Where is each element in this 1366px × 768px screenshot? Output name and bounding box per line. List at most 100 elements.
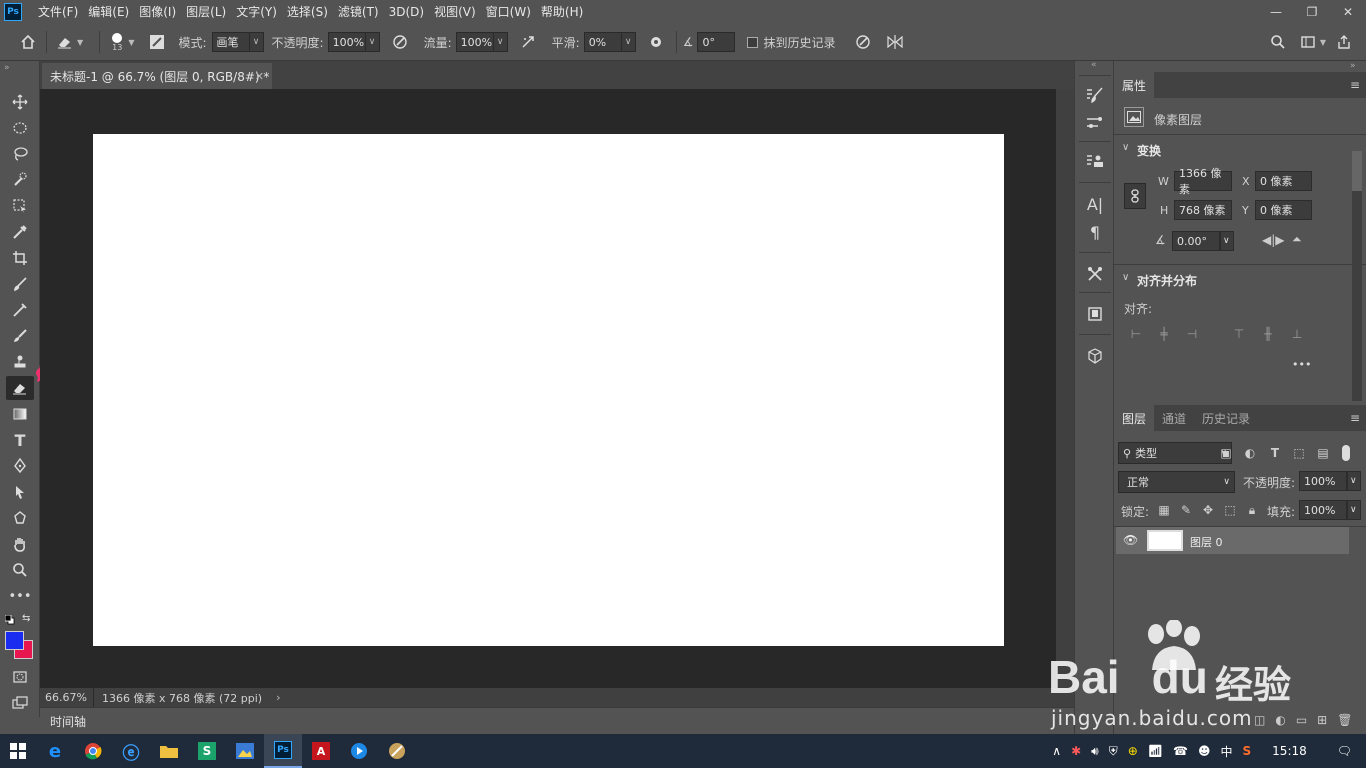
tool-presets-panel-icon[interactable] xyxy=(1083,262,1107,286)
flow-input[interactable]: 100% xyxy=(455,32,494,52)
edge-browser-icon[interactable]: ⓔ xyxy=(112,734,150,768)
flip-vertical-icon[interactable]: ⏶ xyxy=(1292,232,1302,247)
add-mask-icon[interactable]: ◫ xyxy=(1254,713,1265,727)
transform-section-title[interactable]: 变换 xyxy=(1137,142,1161,159)
more-tools-icon[interactable]: ••• xyxy=(6,584,34,608)
acrobat-icon[interactable]: A xyxy=(302,734,340,768)
path-select-tool-icon[interactable] xyxy=(6,480,34,504)
lock-position-icon[interactable]: ✥ xyxy=(1199,501,1217,519)
chevron-up-icon[interactable]: ∧ xyxy=(1047,744,1066,758)
ie-browser-icon[interactable]: e xyxy=(36,734,74,768)
chevron-down-icon[interactable]: ∨ xyxy=(249,32,264,52)
paragraph-panel-icon[interactable]: ¶ xyxy=(1083,220,1107,244)
media-player-icon[interactable] xyxy=(340,734,378,768)
filter-shape-icon[interactable]: ⬚ xyxy=(1290,444,1308,462)
menu-image[interactable]: 图像(I) xyxy=(134,0,181,24)
new-layer-icon[interactable]: ⊞ xyxy=(1317,713,1327,727)
tab-properties[interactable]: 属性 xyxy=(1114,72,1155,98)
swap-colors-icon[interactable]: ⇆ xyxy=(22,613,30,624)
object-select-tool-icon[interactable] xyxy=(6,194,34,218)
pressure-size-icon[interactable] xyxy=(851,30,875,54)
chrome-browser-icon[interactable] xyxy=(74,734,112,768)
quick-mask-icon[interactable] xyxy=(6,665,34,689)
action-center-icon[interactable]: 🗨︎ xyxy=(1323,744,1366,758)
chevron-down-icon[interactable]: ∨ xyxy=(493,32,508,52)
menu-3d[interactable]: 3D(D) xyxy=(384,0,429,24)
filter-pixel-icon[interactable]: ▣ xyxy=(1217,444,1235,462)
visibility-eye-icon[interactable]: 👁︎ xyxy=(1123,533,1138,547)
character-panel-icon[interactable]: A| xyxy=(1083,192,1107,216)
align-middle-v-icon[interactable]: ╫ xyxy=(1260,326,1276,342)
clone-stamp-tool-icon[interactable] xyxy=(6,350,34,374)
document-tab[interactable]: 未标题-1 @ 66.7% (图层 0, RGB/8#) * ✕ xyxy=(42,63,272,89)
layer-filter-select[interactable]: ⚲ 类型 ∨ xyxy=(1118,442,1232,464)
align-section-title[interactable]: 对齐并分布 xyxy=(1137,272,1197,289)
filter-type-icon[interactable]: T xyxy=(1266,444,1284,462)
align-top-icon[interactable]: ⊤ xyxy=(1231,326,1247,342)
chevron-down-icon[interactable]: ∨ xyxy=(1347,471,1361,491)
close-icon[interactable]: ✕ xyxy=(255,70,264,83)
chevron-down-icon[interactable]: ∨ xyxy=(621,32,636,52)
home-icon[interactable] xyxy=(16,30,40,54)
fill-input[interactable]: 100% xyxy=(1299,500,1347,520)
canvas-workspace[interactable] xyxy=(40,89,1056,688)
brush-preset-picker[interactable]: 13 xyxy=(112,32,122,52)
smoothing-input[interactable]: 0% xyxy=(583,32,622,52)
lock-pixels-icon[interactable]: ✎ xyxy=(1177,501,1195,519)
libraries-panel-icon[interactable] xyxy=(1083,302,1107,326)
volume-icon[interactable]: 🔊︎ xyxy=(1086,744,1104,759)
flip-horizontal-icon[interactable]: ◀|▶ xyxy=(1262,233,1285,247)
chevron-down-icon[interactable]: ▼ xyxy=(77,38,83,47)
filter-adjustment-icon[interactable]: ◐ xyxy=(1241,444,1259,462)
clock[interactable]: 15:18 xyxy=(1256,744,1323,758)
pen-tool-icon[interactable] xyxy=(6,454,34,478)
update-tray-icon[interactable]: ⊕ xyxy=(1123,744,1143,758)
3d-panel-icon[interactable] xyxy=(1083,344,1107,368)
chevron-down-icon[interactable]: ▼ xyxy=(128,38,134,47)
photoshop-taskbar-icon[interactable]: Ps xyxy=(264,734,302,768)
chevron-down-icon[interactable]: ∨ xyxy=(1122,142,1129,153)
link-icon[interactable] xyxy=(1124,183,1146,209)
sogou-ime-icon[interactable]: S xyxy=(1238,744,1257,758)
erase-history-checkbox[interactable] xyxy=(747,36,759,48)
layer-name[interactable]: 图层 0 xyxy=(1190,534,1223,550)
screen-mode-icon[interactable] xyxy=(6,691,34,715)
chevron-down-icon[interactable]: ▼ xyxy=(1320,38,1326,54)
menu-type[interactable]: 文字(Y) xyxy=(231,0,282,24)
move-tool-icon[interactable] xyxy=(6,90,34,114)
tab-channels[interactable]: 通道 xyxy=(1154,405,1194,431)
align-bottom-icon[interactable]: ⊥ xyxy=(1289,326,1305,342)
clone-source-panel-icon[interactable] xyxy=(1083,149,1107,173)
align-left-icon[interactable]: ⊢ xyxy=(1128,326,1144,342)
gear-icon[interactable] xyxy=(644,30,668,54)
wps-sheets-icon[interactable]: S xyxy=(188,734,226,768)
hand-tool-icon[interactable] xyxy=(6,532,34,556)
filter-smart-object-icon[interactable]: ▤ xyxy=(1314,444,1332,462)
new-group-icon[interactable]: ▭ xyxy=(1296,713,1307,727)
x-input[interactable]: 0 像素 xyxy=(1255,171,1312,191)
scrollbar-thumb[interactable] xyxy=(1352,151,1362,191)
timeline-tab[interactable]: 时间轴 xyxy=(50,713,86,730)
menu-help[interactable]: 帮助(H) xyxy=(536,0,588,24)
search-icon[interactable] xyxy=(1266,30,1290,54)
type-tool-icon[interactable]: T xyxy=(6,428,34,452)
tab-history[interactable]: 历史记录 xyxy=(1194,405,1258,431)
y-input[interactable]: 0 像素 xyxy=(1255,200,1312,220)
crop-tool-icon[interactable] xyxy=(6,246,34,270)
document-canvas[interactable] xyxy=(93,134,1004,646)
collapse-panels-icon[interactable]: » xyxy=(1350,61,1356,71)
foreground-color-swatch[interactable] xyxy=(5,631,24,650)
align-center-h-icon[interactable]: ╪ xyxy=(1156,326,1172,342)
chevron-down-icon[interactable]: ∨ xyxy=(1220,231,1234,251)
brush-settings-panel-icon[interactable] xyxy=(1083,83,1107,107)
custom-shape-tool-icon[interactable] xyxy=(6,506,34,530)
zoom-tool-icon[interactable] xyxy=(6,558,34,582)
lock-all-icon[interactable]: 🔒︎ xyxy=(1243,501,1261,519)
marquee-tool-icon[interactable] xyxy=(6,116,34,140)
blend-mode-select[interactable]: 正常 ∨ xyxy=(1118,471,1235,493)
wifi-icon[interactable]: 📶︎ xyxy=(1143,744,1168,758)
opacity-input[interactable]: 100% xyxy=(327,32,366,52)
eraser-tool-preset-icon[interactable] xyxy=(53,30,77,54)
minimize-button[interactable]: — xyxy=(1258,0,1294,24)
default-colors-icon[interactable] xyxy=(4,614,15,625)
